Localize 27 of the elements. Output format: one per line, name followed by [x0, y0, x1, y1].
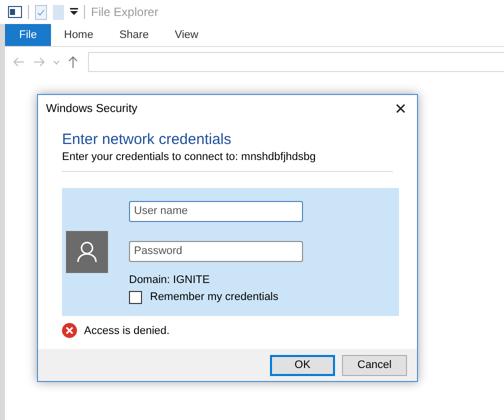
ribbon-tab[interactable]: Home	[51, 24, 106, 46]
checkbox-label[interactable]: Remember my credentials	[150, 291, 278, 303]
window-title: File Explorer	[91, 5, 158, 19]
forward-icon[interactable]	[33, 57, 45, 67]
domain-label: Domain: IGNITE	[129, 274, 211, 286]
dropdown-icon[interactable]	[70, 8, 78, 16]
user-icon	[77, 241, 97, 263]
password-field[interactable]: Password	[129, 240, 303, 262]
remember-checkbox[interactable]	[129, 290, 142, 304]
dialog-button[interactable]: OK	[270, 354, 335, 376]
close-button[interactable]: ✕	[388, 100, 413, 118]
properties-icon[interactable]	[35, 4, 47, 20]
up-icon[interactable]	[68, 56, 78, 68]
dialog-heading: Enter network credentials	[62, 131, 232, 148]
username-field[interactable]: User name	[129, 200, 303, 222]
error-icon	[62, 323, 77, 338]
chevron-icon[interactable]	[53, 60, 60, 64]
dialog-title: Windows Security	[46, 103, 138, 115]
window-icon[interactable]	[8, 6, 22, 18]
address-bar[interactable]	[88, 52, 504, 72]
back-icon[interactable]	[13, 57, 25, 67]
dialog-button[interactable]: Cancel	[342, 354, 407, 376]
ribbon-tab[interactable]: View	[162, 24, 212, 46]
dialog-subtitle: Enter your credentials to connect to: mnshdbfjhdsbg	[62, 151, 317, 163]
error-message: Access is denied.	[84, 324, 170, 336]
ribbon-tab[interactable]: File	[5, 24, 51, 46]
ribbon-tab[interactable]: Share	[106, 24, 162, 46]
